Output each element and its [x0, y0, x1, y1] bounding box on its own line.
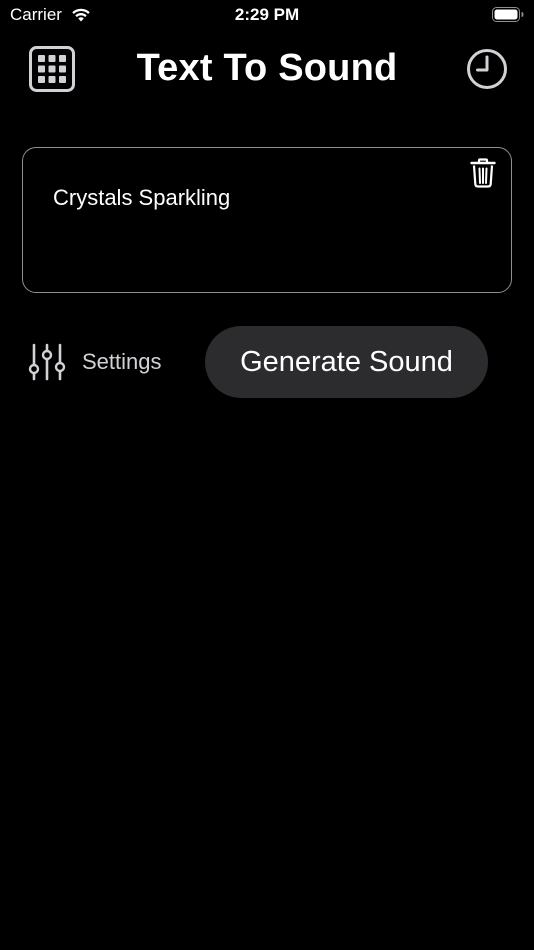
settings-label[interactable]: Settings	[82, 349, 162, 375]
status-bar: Carrier 2:29 PM	[0, 0, 534, 32]
page-title: Text To Sound	[136, 47, 398, 89]
sliders-icon	[28, 343, 66, 381]
prompt-text-area[interactable]: Crystals Sparkling	[22, 147, 512, 293]
clock-time: 2:29 PM	[234, 5, 300, 24]
battery-icon	[492, 7, 524, 22]
generate-sound-button[interactable]: Generate Sound	[205, 326, 488, 398]
settings-button[interactable]: Settings	[28, 342, 162, 382]
clock-history-icon[interactable]	[466, 48, 508, 90]
prompt-text[interactable]: Crystals Sparkling	[53, 185, 230, 211]
trash-icon[interactable]	[470, 158, 496, 188]
